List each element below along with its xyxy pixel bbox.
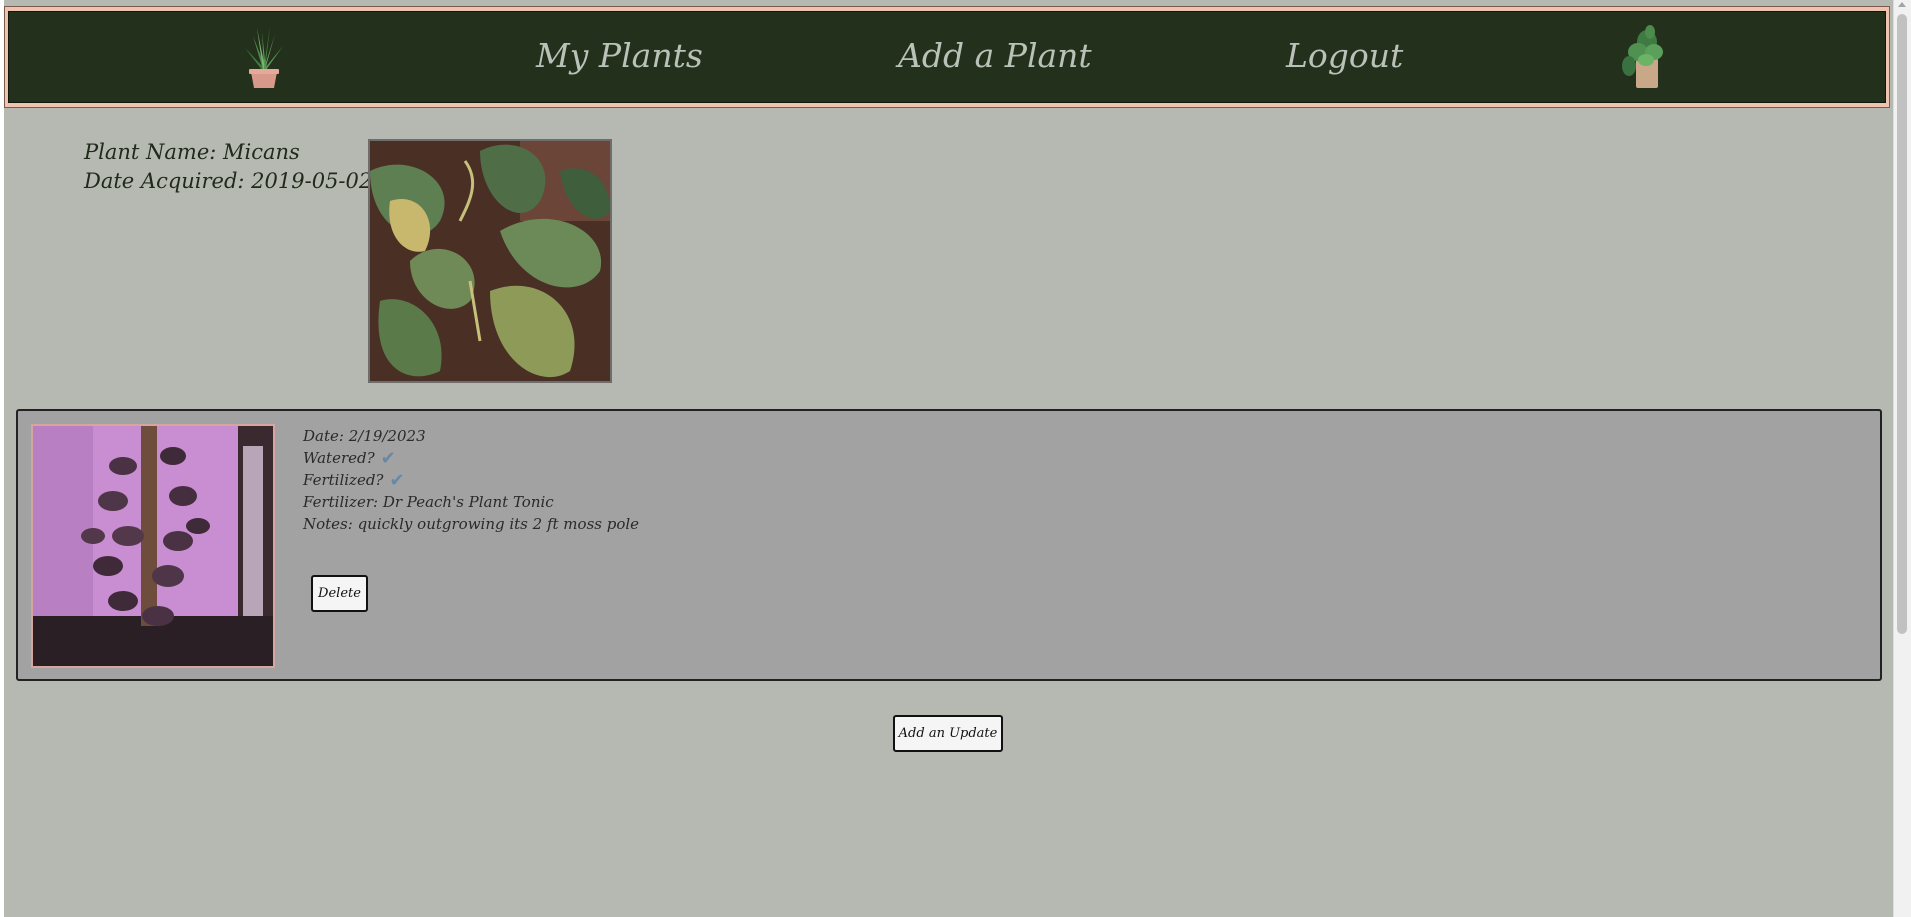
update-date: Date: 2/19/2023 — [303, 427, 426, 445]
potted-plant-icon — [1619, 22, 1669, 92]
checkmark-icon: ✔ — [380, 448, 396, 469]
page: My Plants Add a Plant Logout Plant Name:… — [4, 0, 1894, 917]
fertilized-label: Fertilized? — [303, 471, 384, 489]
notes-line: Notes: quickly outgrowing its 2 ft moss … — [303, 515, 640, 533]
update-card: Date: 2/19/2023 Watered? ✔ Fertilized? ✔ F… — [16, 409, 1882, 681]
scrollbar[interactable] — [1893, 0, 1911, 917]
delete-button[interactable]: Delete — [311, 575, 368, 612]
update-details: Date: 2/19/2023 Watered? ✔ Fertilized? ✔ F… — [303, 425, 639, 535]
watered-label: Watered? — [303, 449, 375, 467]
fertilized-row: Fertilized? ✔ — [303, 469, 639, 491]
plant-info: Plant Name: Micans Date Acquired: 2019-0… — [84, 138, 372, 196]
nav-my-plants[interactable]: My Plants — [536, 36, 703, 75]
scrollbar-thumb[interactable] — [1897, 14, 1907, 634]
plant-name: Plant Name: Micans — [84, 140, 300, 164]
climbing-plant-moss-pole-photo — [31, 424, 275, 668]
nav-logout[interactable]: Logout — [1286, 36, 1403, 75]
watered-row: Watered? ✔ — [303, 447, 639, 469]
nav-add-plant[interactable]: Add a Plant — [898, 36, 1092, 75]
checkmark-icon: ✔ — [389, 470, 405, 491]
plant-date-acquired: Date Acquired: 2019-05-02 — [84, 169, 373, 193]
navbar: My Plants Add a Plant Logout — [4, 6, 1890, 108]
philodendron-leaves-photo — [368, 139, 612, 383]
navbar-inner: My Plants Add a Plant Logout — [8, 11, 1886, 103]
scroll-up-icon[interactable] — [1898, 2, 1906, 7]
fertilizer-line: Fertilizer: Dr Peach's Plant Tonic — [303, 493, 554, 511]
add-update-button[interactable]: Add an Update — [893, 715, 1003, 752]
aloe-pot-icon — [239, 22, 289, 92]
